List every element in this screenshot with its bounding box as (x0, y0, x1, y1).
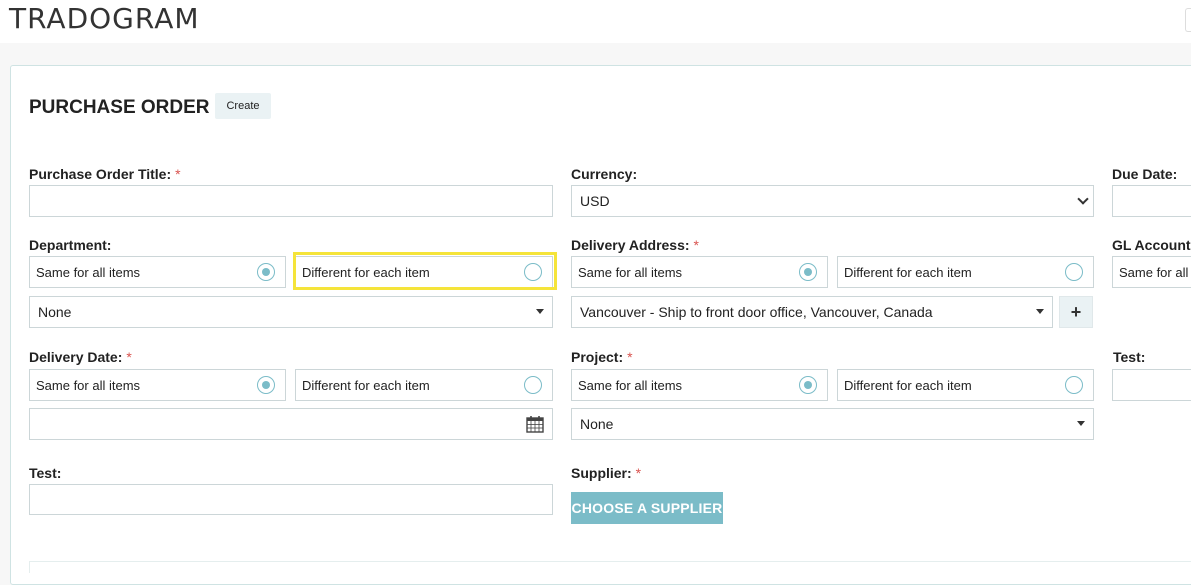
currency-select[interactable]: USD (571, 185, 1094, 217)
add-address-button[interactable]: + (1059, 296, 1093, 328)
test-input[interactable] (29, 484, 553, 515)
delivery-date-label: Delivery Date: * (29, 349, 132, 365)
test-right-input[interactable] (1112, 369, 1191, 401)
department-label: Department: (29, 237, 112, 253)
tradogram-logo[interactable]: TRADOGRAM (9, 2, 200, 35)
department-select[interactable]: None (29, 296, 553, 328)
project-label: Project: * (571, 349, 633, 365)
po-title-label: Purchase Order Title: * (29, 166, 181, 182)
radio-unselected-icon[interactable] (1065, 263, 1083, 281)
due-date-label: Due Date: (1112, 166, 1178, 182)
gl-account-label: GL Account (1112, 237, 1191, 253)
highlight-box (293, 252, 557, 290)
next-section-edge (29, 561, 1191, 573)
due-date-input[interactable] (1112, 185, 1191, 217)
currency-label: Currency: (571, 166, 638, 182)
test-right-label: Test: (1113, 349, 1146, 365)
project-same-option[interactable]: Same for all items (571, 369, 828, 401)
project-select[interactable]: None (571, 408, 1094, 440)
delivery-date-same-option[interactable]: Same for all items (29, 369, 286, 401)
radio-selected-icon[interactable] (799, 263, 817, 281)
caret-down-icon (1077, 421, 1085, 426)
delivery-address-same-option[interactable]: Same for all items (571, 256, 828, 288)
create-badge: Create (215, 93, 271, 119)
radio-unselected-icon[interactable] (524, 376, 542, 394)
department-same-option[interactable]: Same for all items (29, 256, 286, 288)
radio-selected-icon[interactable] (799, 376, 817, 394)
top-right-control[interactable] (1185, 8, 1191, 32)
delivery-date-input[interactable] (29, 408, 553, 440)
test-label: Test: (29, 465, 62, 481)
delivery-address-different-option[interactable]: Different for each item (837, 256, 1094, 288)
gl-account-same-option[interactable]: Same for all (1112, 256, 1191, 288)
radio-unselected-icon[interactable] (1065, 376, 1083, 394)
radio-selected-icon[interactable] (257, 263, 275, 281)
page-title: PURCHASE ORDER (29, 97, 210, 118)
po-title-input[interactable] (29, 185, 553, 217)
delivery-address-label: Delivery Address: * (571, 237, 699, 253)
calendar-icon[interactable] (526, 415, 544, 433)
radio-selected-icon[interactable] (257, 376, 275, 394)
caret-down-icon (1036, 309, 1044, 314)
choose-supplier-button[interactable]: CHOOSE A SUPPLIER (571, 492, 723, 524)
supplier-label: Supplier: * (571, 465, 642, 481)
delivery-date-different-option[interactable]: Different for each item (295, 369, 553, 401)
chevron-down-icon (1077, 193, 1089, 205)
caret-down-icon (536, 309, 544, 314)
project-different-option[interactable]: Different for each item (837, 369, 1094, 401)
delivery-address-select[interactable]: Vancouver - Ship to front door office, V… (571, 296, 1053, 328)
top-bar: TRADOGRAM (0, 0, 1191, 43)
